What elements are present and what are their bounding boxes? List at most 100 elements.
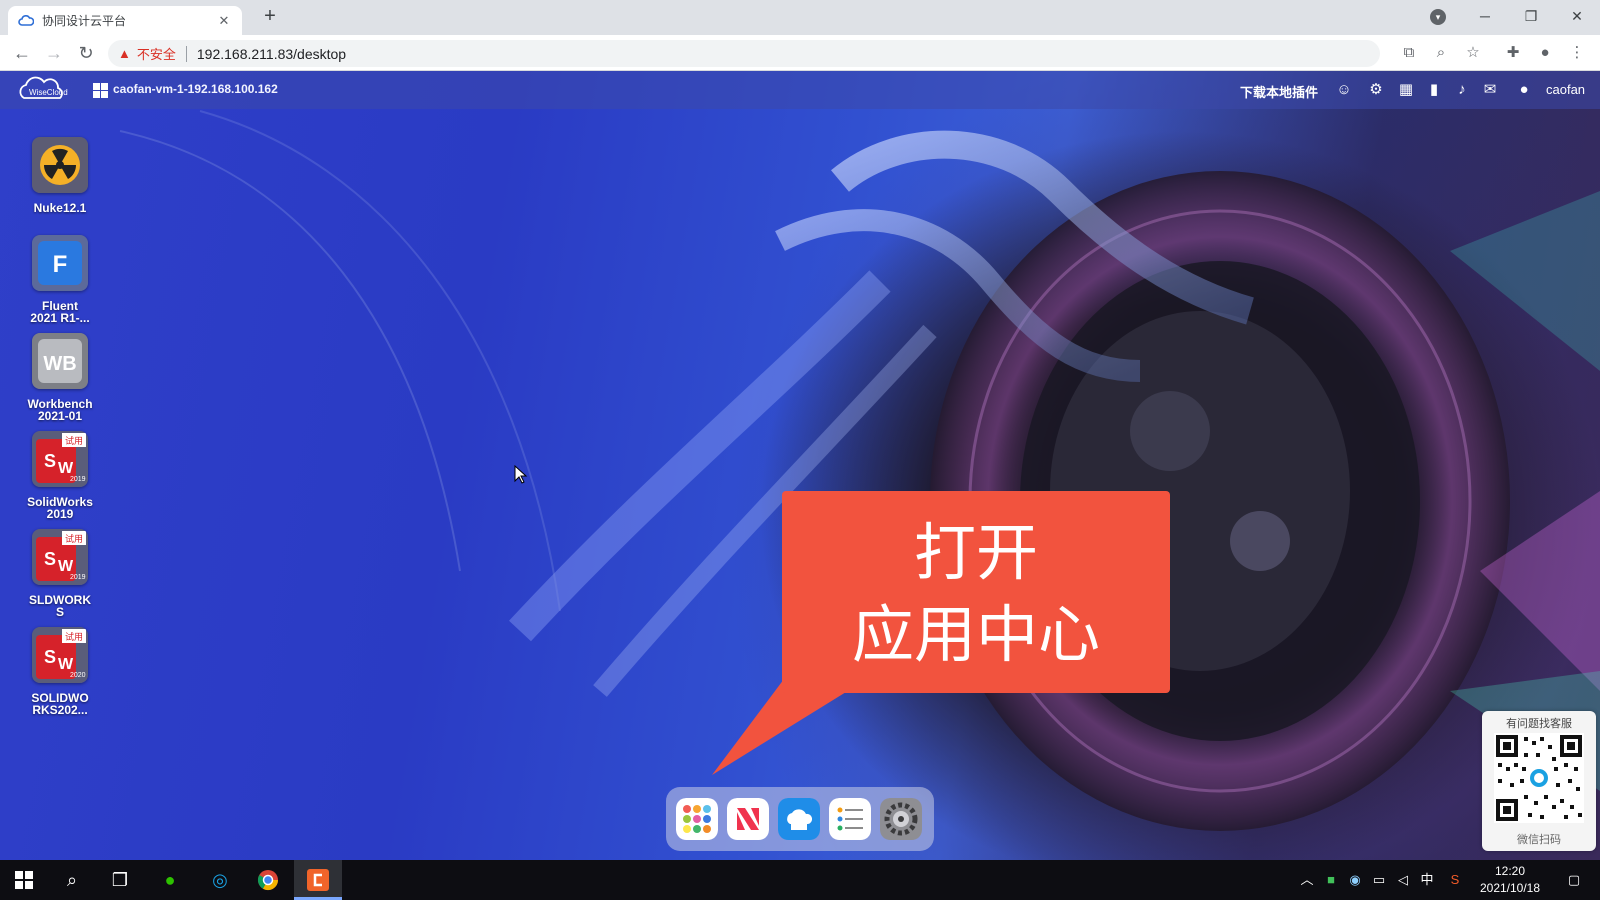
remote-desktop[interactable]: WiseCloud caofan-vm-1-192.168.100.162 下载… bbox=[0, 71, 1600, 860]
task-list-icon[interactable] bbox=[829, 798, 871, 840]
icon-label: Fluent 2021 R1-... bbox=[30, 299, 90, 325]
forward-icon[interactable]: → bbox=[42, 41, 66, 65]
download-plugin-link[interactable]: 下载本地插件 bbox=[1240, 82, 1318, 101]
restore-button[interactable]: ❐ bbox=[1508, 0, 1554, 35]
new-tab-button[interactable]: + bbox=[258, 5, 282, 29]
browser-tab[interactable]: 协同设计云平台 ✕ bbox=[8, 6, 242, 35]
svg-text:2019: 2019 bbox=[70, 574, 86, 581]
svg-text:S: S bbox=[44, 549, 56, 569]
qr-title: 有问题找客服 bbox=[1506, 718, 1572, 730]
user-settings-icon[interactable]: ⚙ bbox=[1366, 80, 1386, 100]
notification-icon[interactable]: ▢ bbox=[1560, 860, 1588, 900]
volume-icon[interactable]: ◁ bbox=[1392, 860, 1414, 900]
svg-text:2019: 2019 bbox=[70, 476, 86, 483]
customer-service-qr[interactable]: 有问题找客服 微信扫码 bbox=[1482, 711, 1596, 851]
tab-close-icon[interactable]: ✕ bbox=[216, 13, 232, 29]
star-icon[interactable]: ☆ bbox=[1462, 42, 1484, 64]
desktop-icon-solidworks-2019[interactable]: S W 试用 2019 SolidWorks 2019 bbox=[20, 431, 100, 520]
svg-text:S: S bbox=[44, 647, 56, 667]
vm-name[interactable]: caofan-vm-1-192.168.100.162 bbox=[113, 82, 278, 96]
qq-browser-icon[interactable]: ◎ bbox=[196, 860, 244, 900]
browser-tab-strip: 协同设计云平台 ✕ + ▾ ─ ❐ ✕ bbox=[0, 0, 1600, 35]
signal-icon[interactable]: ▮ bbox=[1424, 80, 1444, 100]
reload-icon[interactable]: ↻ bbox=[74, 41, 98, 65]
svg-text:WB: WB bbox=[43, 353, 76, 375]
solidworks-icon: S W 试用 2019 bbox=[32, 529, 88, 585]
icon-label: Nuke12.1 bbox=[33, 201, 87, 215]
task-view-icon[interactable]: ❐ bbox=[96, 860, 144, 900]
wechat-icon[interactable]: ✉ bbox=[1480, 80, 1500, 100]
cloud-drive-icon[interactable] bbox=[778, 798, 820, 840]
support-icon[interactable]: ☺ bbox=[1334, 80, 1354, 100]
ime-indicator[interactable]: 中 bbox=[1416, 860, 1438, 900]
url-text[interactable]: 192.168.211.83/desktop bbox=[197, 46, 346, 62]
svg-text:W: W bbox=[58, 460, 74, 477]
system-clock[interactable]: 12:20 2021/10/18 bbox=[1470, 863, 1550, 897]
icon-label: SolidWorks 2019 bbox=[27, 495, 93, 521]
address-bar[interactable]: ▲ 不安全 192.168.211.83/desktop bbox=[108, 40, 1380, 67]
desktop-icon-nuke[interactable]: Nuke12.1 bbox=[20, 137, 100, 214]
desktop-icon-workbench[interactable]: WB Workbench 2021-01 bbox=[20, 333, 100, 422]
tab-title: 协同设计云平台 bbox=[42, 14, 127, 28]
svg-text:试用: 试用 bbox=[65, 631, 83, 643]
clock-date: 2021/10/18 bbox=[1479, 881, 1541, 895]
mouse-cursor-icon bbox=[514, 465, 528, 484]
app-center-icon[interactable] bbox=[676, 798, 718, 840]
icon-label: SOLIDWO RKS202... bbox=[31, 691, 89, 717]
tray-browser-icon[interactable]: ◉ bbox=[1344, 860, 1366, 900]
icon-label: SLDWORK S bbox=[29, 593, 91, 619]
profile-icon[interactable]: ● bbox=[1534, 42, 1556, 64]
back-icon[interactable]: ← bbox=[10, 41, 34, 65]
news-icon[interactable] bbox=[727, 798, 769, 840]
translate-icon[interactable]: ⧉ bbox=[1398, 42, 1420, 64]
zoom-icon[interactable]: ⌕ bbox=[1430, 42, 1452, 64]
platform-topbar: WiseCloud caofan-vm-1-192.168.100.162 下载… bbox=[0, 71, 1600, 109]
chrome-logo-icon bbox=[257, 870, 279, 891]
tray-security-icon[interactable]: ■ bbox=[1320, 860, 1342, 900]
browser-toolbar: ← → ↻ ▲ 不安全 192.168.211.83/desktop ⧉ ⌕ ☆… bbox=[0, 35, 1600, 71]
tab-search-icon[interactable]: ▾ bbox=[1430, 9, 1446, 25]
callout-text: 打开 应用中心 bbox=[851, 519, 1100, 670]
svg-text:W: W bbox=[58, 558, 74, 575]
remote-app-icon[interactable] bbox=[294, 860, 342, 900]
tray-expand-icon[interactable]: ︿ bbox=[1296, 860, 1318, 900]
nuke-icon bbox=[32, 137, 88, 193]
search-icon[interactable]: ⌕ bbox=[48, 860, 96, 900]
callout-banner: 打开 应用中心 bbox=[782, 491, 1170, 693]
warning-icon[interactable]: ▲ bbox=[118, 46, 131, 61]
account-icon[interactable]: ● bbox=[1514, 80, 1534, 100]
extensions-icon[interactable]: ✚ bbox=[1502, 42, 1524, 64]
windows-logo-icon bbox=[15, 871, 33, 889]
svg-text:F: F bbox=[53, 251, 68, 278]
workbench-icon: WB bbox=[32, 333, 88, 389]
qr-code-image bbox=[1494, 733, 1584, 823]
svg-text:2020: 2020 bbox=[70, 672, 86, 679]
fluent-icon: F bbox=[32, 235, 88, 291]
sogou-input-icon[interactable]: S bbox=[1444, 860, 1466, 900]
desktop-icon-solidworks-2020[interactable]: S W 试用 2020 SOLIDWO RKS202... bbox=[20, 627, 100, 716]
svg-text:试用: 试用 bbox=[65, 435, 83, 447]
solidworks-icon: S W 试用 2020 bbox=[32, 627, 88, 683]
system-settings-icon[interactable] bbox=[880, 798, 922, 840]
bell-icon[interactable]: ♪ bbox=[1452, 80, 1472, 100]
calendar-icon[interactable]: ▦ bbox=[1396, 80, 1416, 100]
username[interactable]: caofan bbox=[1546, 82, 1585, 97]
menu-icon[interactable]: ⋮ bbox=[1566, 42, 1588, 64]
close-window-button[interactable]: ✕ bbox=[1554, 0, 1600, 35]
clock-time: 12:20 bbox=[1494, 864, 1526, 878]
desktop-icon-fluent[interactable]: F Fluent 2021 R1-... bbox=[20, 235, 100, 324]
icon-label: Workbench 2021-01 bbox=[27, 397, 93, 423]
app-dock bbox=[666, 787, 934, 851]
start-button[interactable] bbox=[0, 860, 48, 900]
chrome-icon[interactable] bbox=[244, 860, 292, 900]
svg-text:S: S bbox=[44, 451, 56, 471]
qr-footer: 微信扫码 bbox=[1517, 834, 1561, 846]
network-icon[interactable]: ▭ bbox=[1368, 860, 1390, 900]
wisecloud-logo: WiseCloud bbox=[19, 76, 68, 99]
minimize-button[interactable]: ─ bbox=[1462, 0, 1508, 35]
wechat-app-icon[interactable]: ● bbox=[146, 860, 194, 900]
desktop-icon-sldworks[interactable]: S W 试用 2019 SLDWORK S bbox=[20, 529, 100, 618]
solidworks-icon: S W 试用 2019 bbox=[32, 431, 88, 487]
address-separator bbox=[185, 45, 187, 62]
security-label[interactable]: 不安全 bbox=[137, 44, 176, 63]
